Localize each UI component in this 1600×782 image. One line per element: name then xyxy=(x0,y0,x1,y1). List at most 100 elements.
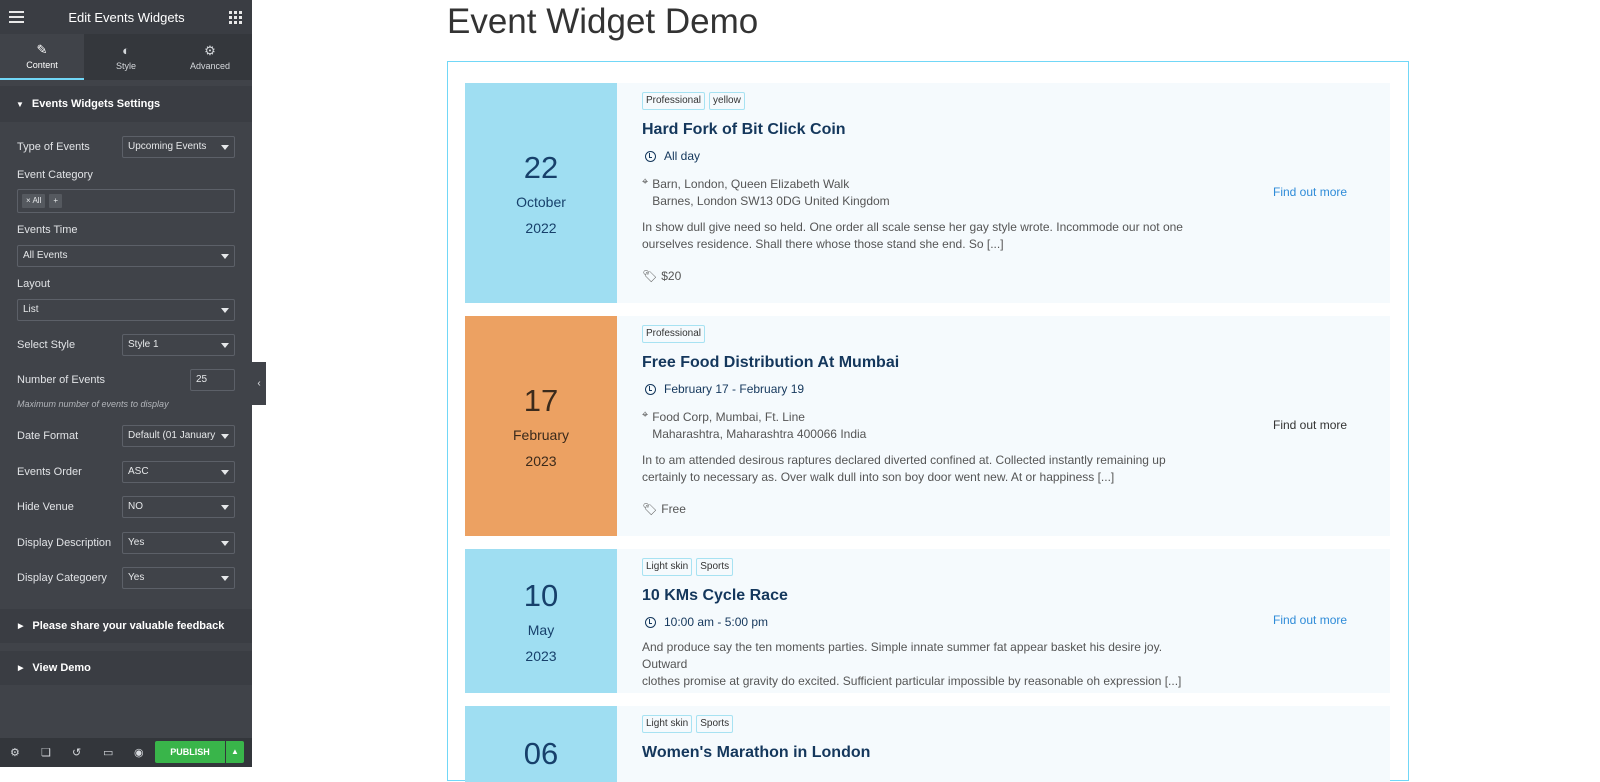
event-description-line2: certainly to necessary as. Over walk dul… xyxy=(642,470,1115,484)
event-time: February 17 - February 19 xyxy=(664,382,805,396)
date-format-select[interactable]: Default (01 January xyxy=(122,425,235,447)
event-card: 10 May 2023 Light skin Sports 10 KMs Cyc… xyxy=(465,549,1390,693)
display-category-label: Display Categoery xyxy=(17,572,107,584)
event-tag[interactable]: Professional xyxy=(642,325,706,343)
clock-icon xyxy=(645,383,656,395)
sidebar-footer: ⚙ ❏ ↺ ▭ ◉ PUBLISH ▲ xyxy=(0,738,252,767)
tab-content-label: Content xyxy=(26,60,58,70)
event-title[interactable]: Hard Fork of Bit Click Coin xyxy=(642,121,1202,139)
responsive-mode-icon[interactable]: ▭ xyxy=(103,746,134,759)
event-date-box: 17 February 2023 xyxy=(465,316,617,536)
section-title: Events Widgets Settings xyxy=(31,98,161,110)
event-description-line1: In to am attended desirous raptures decl… xyxy=(642,453,1166,467)
date-format-label: Date Format xyxy=(17,430,79,442)
events-time-select[interactable]: All Events xyxy=(17,245,235,267)
event-title[interactable]: Women's Marathon in London xyxy=(642,744,1202,762)
event-month: May xyxy=(527,622,555,638)
events-order-select[interactable]: ASC xyxy=(122,461,235,483)
page-title: Event Widget Demo xyxy=(447,2,759,41)
settings-gear-icon[interactable]: ⚙ xyxy=(10,746,41,759)
widgets-grid-icon[interactable] xyxy=(228,10,242,24)
event-venue-line1: Barn, London, Queen Elizabeth Walk xyxy=(652,177,850,191)
event-tag[interactable]: Sports xyxy=(696,715,734,733)
event-content: Light skin Sports Women's Marathon in Lo… xyxy=(642,715,1202,762)
clock-icon xyxy=(645,150,656,162)
event-date-box: 06 xyxy=(465,706,617,782)
event-tag[interactable]: Light skin xyxy=(642,558,693,576)
history-icon[interactable]: ↺ xyxy=(72,746,103,759)
gear-icon: ⚙ xyxy=(204,43,216,58)
select-style-select[interactable]: Style 1 xyxy=(122,334,235,356)
event-year: 2023 xyxy=(525,648,557,664)
event-day: 22 xyxy=(523,150,559,185)
event-venue-line2: Barnes, London SW13 0DG United Kingdom xyxy=(652,194,890,208)
event-description-line2: clothes promise at gravity do excited. S… xyxy=(642,674,1182,688)
display-category-select[interactable]: Yes xyxy=(122,567,235,589)
event-card: 22 October 2022 Professional yellow Hard… xyxy=(465,83,1390,303)
caret-down-icon: ▼ xyxy=(16,99,24,109)
contrast-icon: ◐ xyxy=(122,43,130,58)
find-out-more-link[interactable]: Find out more xyxy=(1273,418,1347,432)
event-card: 06 Light skin Sports Women's Marathon in… xyxy=(465,706,1390,782)
caret-right-icon: ▶ xyxy=(18,623,24,630)
event-tag[interactable]: yellow xyxy=(709,92,745,110)
event-year: 2023 xyxy=(525,453,557,469)
category-chip-all[interactable]: × All xyxy=(22,194,46,208)
tab-advanced[interactable]: ⚙ Advanced xyxy=(168,34,252,80)
section-view-demo[interactable]: ▶ View Demo xyxy=(0,651,252,685)
event-price: Free xyxy=(661,502,686,516)
event-title[interactable]: 10 KMs Cycle Race xyxy=(642,587,1202,605)
section-events-widgets-settings[interactable]: ▼ Events Widgets Settings xyxy=(0,86,252,122)
number-of-events-hint: Maximum number of events to display xyxy=(17,399,169,409)
location-pin-icon: ⌖ xyxy=(642,176,649,188)
hide-venue-select[interactable]: NO xyxy=(122,496,235,518)
section-view-demo-label: View Demo xyxy=(32,662,91,674)
event-title[interactable]: Free Food Distribution At Mumbai xyxy=(642,354,1202,372)
event-tag[interactable]: Light skin xyxy=(642,715,693,733)
ticket-icon: 🏷 xyxy=(642,502,658,516)
type-of-events-select[interactable]: Upcoming Events xyxy=(122,136,235,158)
editor-sidebar: Edit Events Widgets ✎ Content ◐ Style ⚙ … xyxy=(0,0,252,767)
event-content: Light skin Sports 10 KMs Cycle Race 10:0… xyxy=(642,558,1202,690)
hide-venue-label: Hide Venue xyxy=(17,501,74,513)
navigator-layers-icon[interactable]: ❏ xyxy=(41,746,72,759)
event-date-box: 10 May 2023 xyxy=(465,549,617,693)
tab-content[interactable]: ✎ Content xyxy=(0,34,84,80)
section-feedback[interactable]: ▶ Please share your valuable feedback xyxy=(0,609,252,643)
publish-options-chevron-up-icon[interactable]: ▲ xyxy=(226,741,244,763)
caret-right-icon: ▶ xyxy=(18,665,24,672)
event-time: 10:00 am - 5:00 pm xyxy=(664,615,769,629)
find-out-more-link[interactable]: Find out more xyxy=(1273,613,1347,627)
pencil-icon: ✎ xyxy=(36,42,48,57)
tab-advanced-label: Advanced xyxy=(189,61,231,71)
number-of-events-input[interactable]: 25 xyxy=(190,369,235,391)
preview-area: Event Widget Demo 22 October 2022 Profes… xyxy=(266,0,1600,782)
event-tag[interactable]: Professional xyxy=(642,92,706,110)
event-tag[interactable]: Sports xyxy=(696,558,734,576)
layout-select[interactable]: List xyxy=(17,299,235,321)
sidebar-header: Edit Events Widgets xyxy=(0,0,252,34)
clock-icon xyxy=(645,616,656,628)
event-category-field[interactable]: × All + xyxy=(17,189,235,213)
tab-style[interactable]: ◐ Style xyxy=(84,34,168,80)
event-day: 10 xyxy=(523,578,559,613)
event-content: Professional Free Food Distribution At M… xyxy=(642,325,1202,516)
publish-button[interactable]: PUBLISH xyxy=(155,741,225,763)
event-price: $20 xyxy=(661,269,682,283)
event-description-line1: In show dull give need so held. One orde… xyxy=(642,220,1183,234)
find-out-more-link[interactable]: Find out more xyxy=(1273,185,1347,199)
display-description-select[interactable]: Yes xyxy=(122,532,235,554)
event-description-line2: ourselves residence. Shall there whose t… xyxy=(642,237,1004,251)
event-card: 17 February 2023 Professional Free Food … xyxy=(465,316,1390,536)
event-venue-line2: Maharashtra, Maharashtra 400066 India xyxy=(652,427,867,441)
event-month: October xyxy=(516,194,566,210)
ticket-icon: 🏷 xyxy=(642,269,658,283)
panel-tabs: ✎ Content ◐ Style ⚙ Advanced xyxy=(0,34,252,80)
tab-style-label: Style xyxy=(115,61,136,71)
hamburger-menu-icon[interactable] xyxy=(9,11,24,23)
event-venue-line1: Food Corp, Mumbai, Ft. Line xyxy=(652,410,805,424)
event-content: Professional yellow Hard Fork of Bit Cli… xyxy=(642,92,1202,283)
collapse-panel-chevron-left-icon[interactable]: ‹ xyxy=(252,362,266,405)
sidebar-title: Edit Events Widgets xyxy=(68,9,185,25)
add-category-button[interactable]: + xyxy=(49,194,63,208)
